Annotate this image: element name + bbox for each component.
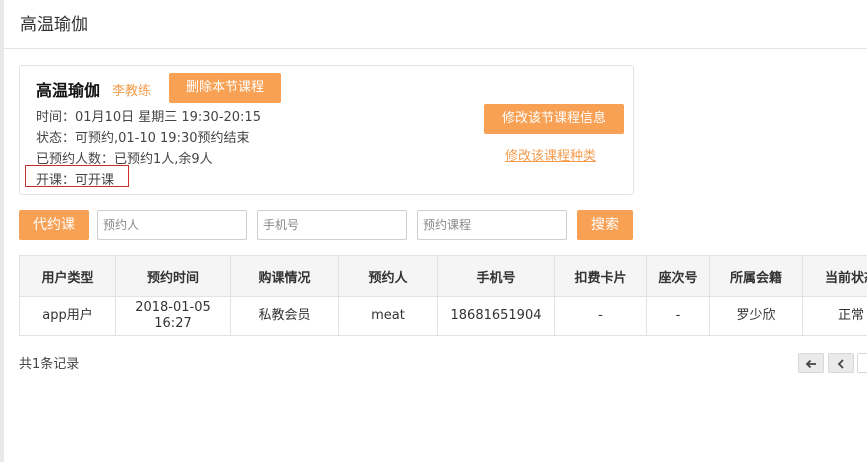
page-title: 高温瑜伽 [20,15,88,35]
page-header: 高温瑜伽 [4,0,867,49]
search-button[interactable]: 搜索 [577,210,633,240]
col-card: 扣费卡片 [554,255,647,297]
cell-booking-time: 2018-01-05 16:27 [115,296,231,336]
course-name: 高温瑜伽 [36,81,101,100]
course-input[interactable] [417,210,567,240]
cell-booking-clock: 16:27 [154,316,192,331]
col-booker: 预约人 [338,255,438,297]
course-info-card: 高温瑜伽 李教练 删除本节课程 时间：01月10日 星期三 19:30-20:1… [19,65,634,195]
cell-status: 正常 [802,296,867,336]
cell-booker: meat [338,296,438,336]
course-status: 状态：可预约,01-10 19:30预约结束 [36,131,250,146]
record-count: 共1条记录 [19,357,80,372]
col-purchase: 购课情况 [230,255,339,297]
cell-booking-date: 2018-01-05 [135,300,211,315]
chevron-left-icon[interactable] [828,353,854,373]
edit-lesson-info-button[interactable]: 修改该节课程信息 [484,104,624,134]
phone-input[interactable] [257,210,407,240]
booking-table: 用户类型 预约时间 购课情况 预约人 手机号 扣费卡片 座次号 所属会籍 当前状… [19,255,867,336]
course-time: 时间：01月10日 星期三 19:30-20:15 [36,110,261,125]
arrow-left-icon[interactable] [798,353,824,373]
cell-phone: 18681651904 [437,296,555,336]
pager-next-button[interactable] [857,353,867,373]
cell-purchase: 私教会员 [230,296,339,336]
cell-card: - [554,296,647,336]
cell-user-type: app用户 [19,296,116,336]
coach-name: 李教练 [112,84,152,99]
delete-lesson-button[interactable]: 删除本节课程 [169,73,281,103]
edit-course-type-link[interactable]: 修改该课程种类 [505,145,596,164]
col-membership: 所属会籍 [709,255,803,297]
table-header-row: 用户类型 预约时间 购课情况 预约人 手机号 扣费卡片 座次号 所属会籍 当前状… [19,255,867,297]
left-edge [0,0,4,462]
booker-input[interactable] [97,210,247,240]
col-seat: 座次号 [646,255,710,297]
col-user-type: 用户类型 [19,255,116,297]
book-for-member-button[interactable]: 代约课 [19,210,89,240]
cell-seat: - [646,296,710,336]
open-status: 开课：可开课 [36,173,115,188]
table-row: app用户 2018-01-05 16:27 私教会员 meat 1868165… [19,296,867,336]
col-phone: 手机号 [437,255,555,297]
cell-membership: 罗少欣 [709,296,803,336]
col-booking-time: 预约时间 [115,255,231,297]
col-status: 当前状态 [802,255,867,297]
